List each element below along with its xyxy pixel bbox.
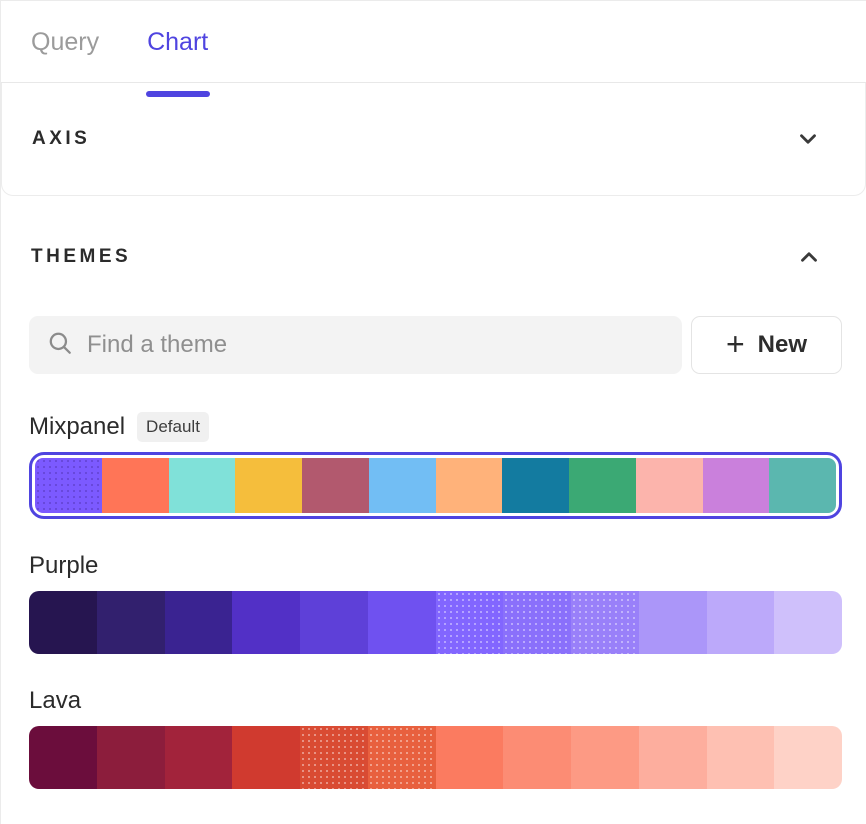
theme-default-badge: Default: [137, 412, 209, 442]
theme-list: MixpanelDefaultPurpleLavaMist: [29, 412, 842, 824]
theme-swatch: [436, 591, 504, 654]
theme-swatch: [302, 458, 369, 513]
theme-swatch: [232, 726, 300, 789]
theme-swatch: [102, 458, 169, 513]
theme-swatch: [29, 591, 97, 654]
theme-swatch: [436, 458, 503, 513]
theme-swatch: [707, 591, 775, 654]
theme-swatch: [503, 591, 571, 654]
theme-swatch: [769, 458, 836, 513]
theme-swatch: [703, 458, 770, 513]
tab-bar: Query Chart: [1, 1, 866, 83]
theme-label-row: Purple: [29, 551, 842, 581]
themes-section-title: THEMES: [31, 246, 131, 268]
theme-swatch: [169, 458, 236, 513]
new-theme-button[interactable]: + New: [691, 316, 842, 374]
theme-swatch: [300, 726, 368, 789]
theme-swatch: [165, 591, 233, 654]
theme-swatch-row[interactable]: [35, 458, 836, 513]
theme-item: Purple: [29, 551, 842, 654]
theme-swatch-row[interactable]: [29, 591, 842, 654]
theme-name: Mixpanel: [29, 412, 125, 442]
theme-swatch: [369, 458, 436, 513]
chevron-down-icon: [795, 126, 821, 152]
new-theme-button-label: New: [758, 331, 807, 359]
theme-item: Lava: [29, 686, 842, 789]
theme-swatch: [571, 726, 639, 789]
theme-item: Mixpanel Default: [29, 412, 842, 519]
tab-query[interactable]: Query: [31, 27, 99, 82]
theme-swatch: [300, 591, 368, 654]
theme-label-row: Lava: [29, 686, 842, 716]
chart-settings-panel: Query Chart AXIS THEMES: [0, 0, 866, 824]
theme-name: Purple: [29, 551, 98, 581]
theme-swatch: [35, 458, 102, 513]
theme-swatch: [368, 591, 436, 654]
axis-section-header[interactable]: AXIS: [1, 83, 866, 196]
themes-section: THEMES + New Mixp: [1, 200, 866, 824]
theme-swatch: [97, 726, 165, 789]
theme-swatch: [639, 591, 707, 654]
theme-swatch: [571, 591, 639, 654]
theme-search-input[interactable]: [87, 331, 664, 359]
theme-swatch: [569, 458, 636, 513]
chevron-up-icon: [796, 244, 822, 270]
tab-chart[interactable]: Chart: [147, 27, 208, 82]
theme-name: Lava: [29, 686, 81, 716]
themes-section-header[interactable]: THEMES: [29, 200, 842, 270]
theme-search-box[interactable]: [29, 316, 682, 374]
theme-swatch: [165, 726, 233, 789]
theme-swatch: [636, 458, 703, 513]
theme-swatch: [707, 726, 775, 789]
theme-swatch: [232, 591, 300, 654]
theme-swatch: [774, 726, 842, 789]
theme-swatch: [774, 591, 842, 654]
theme-swatch: [639, 726, 707, 789]
theme-swatch: [368, 726, 436, 789]
theme-swatch-row[interactable]: [29, 726, 842, 789]
theme-label-row: Mixpanel Default: [29, 412, 842, 442]
theme-swatch: [502, 458, 569, 513]
theme-swatch: [436, 726, 504, 789]
selected-theme-border[interactable]: [29, 452, 842, 519]
theme-swatch: [503, 726, 571, 789]
theme-swatch: [235, 458, 302, 513]
theme-search-row: + New: [29, 316, 842, 374]
theme-swatch: [97, 591, 165, 654]
search-icon: [47, 330, 73, 361]
theme-swatch: [29, 726, 97, 789]
axis-section-title: AXIS: [32, 128, 90, 150]
plus-icon: +: [726, 328, 745, 360]
